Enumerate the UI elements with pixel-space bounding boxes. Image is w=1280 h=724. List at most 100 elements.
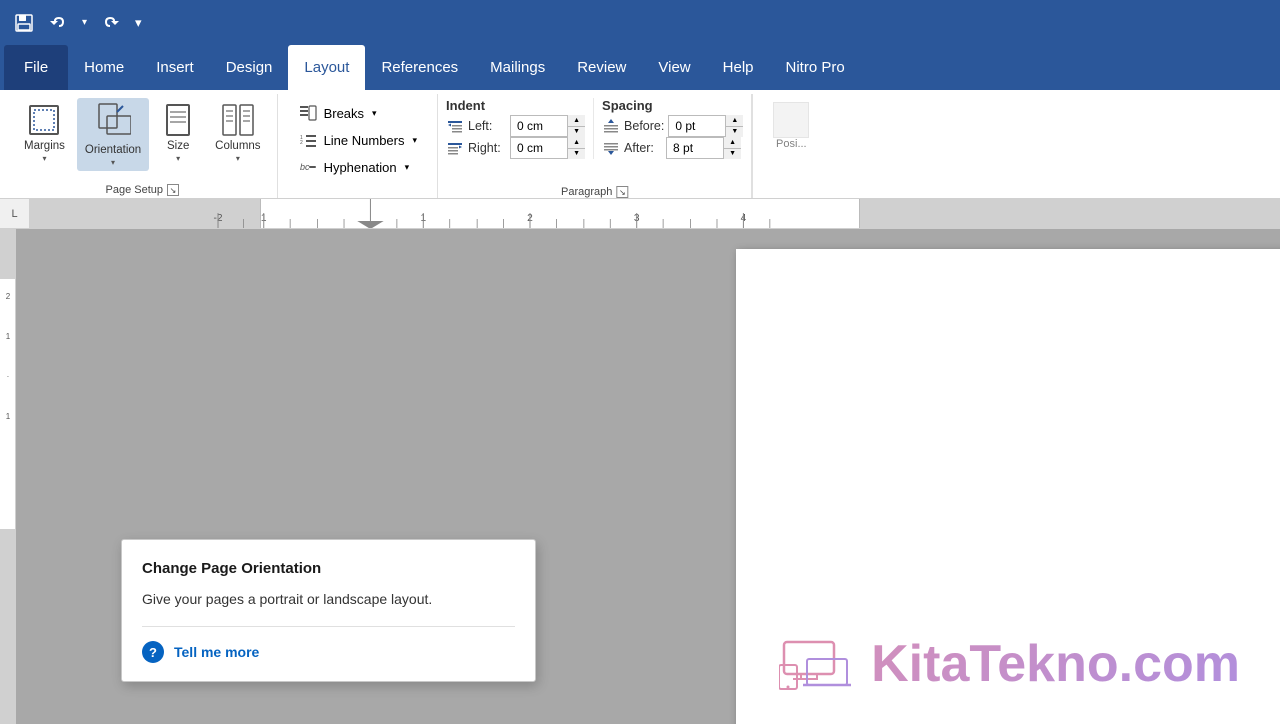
menu-item-mailings[interactable]: Mailings xyxy=(474,45,561,90)
menu-item-design[interactable]: Design xyxy=(210,45,289,90)
orientation-icon xyxy=(95,102,131,142)
position-icon xyxy=(773,102,809,138)
spacing-after-row: After: ▲ ▼ xyxy=(602,137,743,159)
columns-label: Columns xyxy=(215,140,260,154)
spacing-after-icon xyxy=(602,139,620,157)
spacing-after-up[interactable]: ▲ xyxy=(723,137,741,149)
indent-left-input-wrap: ▲ ▼ xyxy=(510,115,585,137)
save-button[interactable] xyxy=(8,9,40,37)
margins-label: Margins xyxy=(24,140,65,154)
paragraph-expand[interactable]: ↘ xyxy=(616,186,628,198)
hyphenation-icon: bc xyxy=(298,157,318,177)
tooltip-link[interactable]: ? Tell me more xyxy=(122,627,535,681)
menu-item-insert[interactable]: Insert xyxy=(140,45,210,90)
spacing-before-icon xyxy=(602,117,620,135)
ruler-corner[interactable]: L xyxy=(0,199,30,229)
menu-bar: File Home Insert Design Layout Reference… xyxy=(0,45,1280,90)
spacing-after-down[interactable]: ▼ xyxy=(723,149,741,160)
menu-item-nitropro[interactable]: Nitro Pro xyxy=(770,45,861,90)
margins-arrow: ▾ xyxy=(42,154,46,163)
spacing-before-label: Before: xyxy=(624,119,664,133)
orientation-button[interactable]: Orientation ▾ xyxy=(77,98,149,171)
svg-text:1: 1 xyxy=(6,332,11,341)
ribbon: Margins ▾ Orientation ▾ xyxy=(0,90,1280,199)
orientation-label: Orientation xyxy=(85,144,141,158)
columns-button[interactable]: Columns ▾ xyxy=(207,98,268,167)
spacing-before-spinners: ▲ ▼ xyxy=(725,115,743,137)
menu-item-file[interactable]: File xyxy=(4,45,68,90)
main-area: 2 1 · 1 Change Page Orientation Give you… xyxy=(0,229,1280,724)
breaks-label: Breaks xyxy=(324,106,364,121)
indent-left-icon xyxy=(446,117,464,135)
line-numbers-label: Line Numbers xyxy=(324,133,405,148)
indent-right-icon xyxy=(446,139,464,157)
spacing-before-down[interactable]: ▼ xyxy=(725,127,743,138)
menu-item-layout[interactable]: Layout xyxy=(288,45,365,90)
svg-text:2: 2 xyxy=(6,292,11,301)
paragraph-title: Paragraph ↘ xyxy=(561,182,628,198)
indent-left-down[interactable]: ▼ xyxy=(567,127,585,138)
ribbon-group-page-setup: Margins ▾ Orientation ▾ xyxy=(8,94,278,198)
breaks-button[interactable]: Breaks ▾ xyxy=(290,100,425,126)
indent-left-up[interactable]: ▲ xyxy=(567,115,585,127)
spacing-before-row: Before: ▲ ▼ xyxy=(602,115,743,137)
indent-left-row: Left: ▲ ▼ xyxy=(446,115,585,137)
spacing-title: Spacing xyxy=(602,98,743,113)
tooltip-body: Give your pages a portrait or landscape … xyxy=(122,589,535,626)
hyphenation-button[interactable]: bc Hyphenation ▾ xyxy=(290,154,425,180)
indent-right-up[interactable]: ▲ xyxy=(567,137,585,149)
position-button[interactable]: Posi... xyxy=(765,98,817,154)
ribbon-group-indent-spacing: Indent Left: ▲ ▼ xyxy=(438,94,752,198)
watermark-icon xyxy=(779,637,859,692)
indent-left-label: Left: xyxy=(468,119,506,133)
watermark: KitaTekno.com xyxy=(779,634,1240,694)
customize-button[interactable]: ▾ xyxy=(129,11,148,35)
undo-dropdown[interactable]: ▾ xyxy=(80,13,89,32)
svg-text:·: · xyxy=(7,372,10,381)
orientation-arrow: ▾ xyxy=(111,158,115,167)
menu-item-review[interactable]: Review xyxy=(561,45,642,90)
size-button[interactable]: Size ▾ xyxy=(153,98,203,167)
size-arrow: ▾ xyxy=(176,154,180,163)
line-numbers-arrow: ▾ xyxy=(413,135,418,146)
columns-icon xyxy=(221,102,255,138)
columns-arrow: ▾ xyxy=(236,154,240,163)
spacing-after-input-wrap: ▲ ▼ xyxy=(666,137,741,159)
indent-right-input-wrap: ▲ ▼ xyxy=(510,137,585,159)
help-icon: ? xyxy=(142,641,164,663)
breaks-section-spacer xyxy=(356,180,359,196)
page-setup-expand[interactable]: ↘ xyxy=(167,184,179,196)
svg-text:bc: bc xyxy=(300,162,310,172)
line-numbers-button[interactable]: 1 2 Line Numbers ▾ xyxy=(290,127,425,153)
svg-text:2: 2 xyxy=(300,140,303,146)
spacing-before-up[interactable]: ▲ xyxy=(725,115,743,127)
ribbon-group-breaks: Breaks ▾ 1 2 Line Numbers ▾ xyxy=(278,94,438,198)
spacing-after-spinners: ▲ ▼ xyxy=(723,137,741,159)
hyphenation-arrow: ▾ xyxy=(405,162,410,173)
line-numbers-icon: 1 2 xyxy=(298,130,318,150)
ribbon-group-position: Posi... xyxy=(752,94,829,198)
menu-item-help[interactable]: Help xyxy=(707,45,770,90)
svg-text:1: 1 xyxy=(6,412,11,421)
ruler-area: L -2 1 1 2 xyxy=(0,199,1280,229)
size-label: Size xyxy=(167,140,189,154)
spacing-before-input-wrap: ▲ ▼ xyxy=(668,115,743,137)
spacing-after-label: After: xyxy=(624,141,662,155)
hyphenation-label: Hyphenation xyxy=(324,160,397,175)
quick-access-toolbar: ▾ ▾ xyxy=(0,0,1280,45)
indent-right-down[interactable]: ▼ xyxy=(567,149,585,160)
breaks-icon xyxy=(298,103,318,123)
undo-button[interactable] xyxy=(44,9,76,37)
menu-item-references[interactable]: References xyxy=(365,45,474,90)
indent-right-row: Right: ▲ ▼ xyxy=(446,137,585,159)
tooltip-title: Change Page Orientation xyxy=(122,540,535,589)
menu-item-home[interactable]: Home xyxy=(68,45,140,90)
margins-button[interactable]: Margins ▾ xyxy=(16,98,73,167)
redo-button[interactable] xyxy=(93,9,125,37)
indent-title: Indent xyxy=(446,98,585,113)
watermark-text: KitaTekno.com xyxy=(871,634,1240,694)
page-setup-buttons: Margins ▾ Orientation ▾ xyxy=(16,98,269,180)
breaks-group-items: Breaks ▾ 1 2 Line Numbers ▾ xyxy=(290,100,425,180)
doc-area[interactable]: Change Page Orientation Give your pages … xyxy=(16,229,1280,724)
menu-item-view[interactable]: View xyxy=(642,45,706,90)
